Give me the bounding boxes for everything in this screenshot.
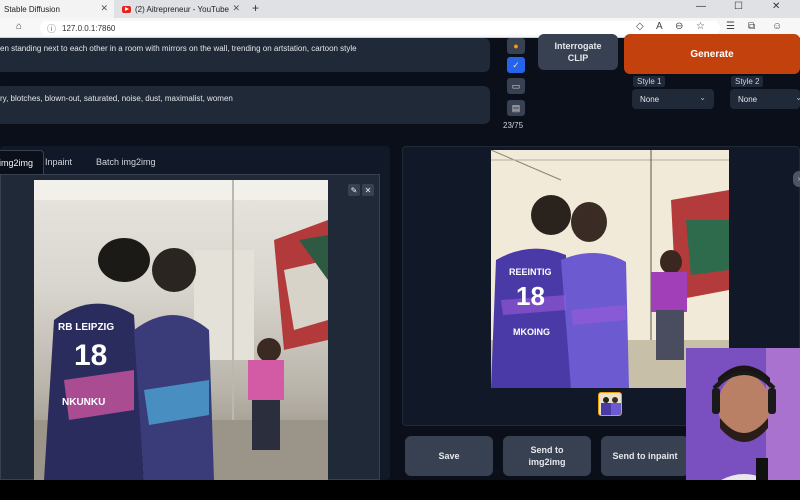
browser-tab-bar: Stable Diffusion ✕ (2) Aitrepreneur - Yo… (0, 0, 800, 18)
close-tab-icon[interactable]: ✕ (232, 3, 240, 14)
expand-arrow-icon[interactable]: › (793, 171, 800, 187)
interrogate-label-line1: Interrogate (554, 41, 602, 51)
style1-value: None (640, 94, 660, 104)
browser-tab-stable-diffusion[interactable]: Stable Diffusion ✕ (0, 0, 114, 18)
tab-title: Stable Diffusion (4, 4, 60, 14)
style2-label: Style 2 (731, 76, 764, 87)
minimize-icon[interactable]: — (696, 1, 706, 12)
read-aloud-icon[interactable]: A (656, 21, 663, 32)
trash-icon[interactable]: ▭ (507, 78, 525, 94)
tab-label: Inpaint (45, 157, 73, 167)
info-icon[interactable]: ⓘ (47, 22, 56, 35)
close-tab-icon[interactable]: ✕ (100, 3, 108, 14)
output-jersey-name: MKOING (513, 327, 550, 337)
generate-button[interactable]: Generate (624, 34, 800, 74)
chevron-down-icon: ⌄ (699, 93, 706, 102)
clear-image-icon[interactable]: ✕ (362, 184, 374, 196)
youtube-icon (122, 5, 131, 13)
url-input[interactable]: ⓘ 127.0.0.1:7860 (40, 21, 720, 35)
output-jersey-text: REEINTIG (509, 267, 552, 277)
webcam-overlay (686, 348, 800, 500)
send-img2img-line2: img2img (528, 457, 566, 467)
palette-icon[interactable]: ● (507, 38, 525, 54)
negative-prompt-field[interactable]: ry, blotches, blown-out, saturated, nois… (0, 86, 490, 124)
favorite-icon[interactable]: ☆ (696, 21, 705, 32)
tab-label: Batch img2img (96, 157, 156, 167)
url-text: 127.0.0.1:7860 (62, 23, 116, 33)
positive-prompt-text: en standing next to each other in a room… (0, 44, 357, 53)
save-label: Save (438, 451, 460, 461)
collections-icon[interactable]: ⧉ (748, 21, 755, 32)
style1-label: Style 1 (633, 76, 666, 87)
thumbnail-svg (599, 393, 621, 415)
input-image: RB LEIPZIG 18 NKUNKU (34, 180, 328, 480)
style2-select[interactable]: None ⌄ (730, 89, 800, 109)
positive-prompt-field[interactable]: en standing next to each other in a room… (0, 38, 490, 72)
jersey-text: RB LEIPZIG (58, 322, 114, 333)
checkbox-icon[interactable]: ✓ (507, 57, 525, 73)
bottom-bar (0, 480, 800, 500)
save-button[interactable]: Save (405, 436, 493, 476)
webcam-person-svg (686, 348, 800, 500)
profile-icon[interactable]: ☺ (772, 21, 782, 32)
maximize-icon[interactable]: ☐ (734, 1, 743, 12)
interrogate-label-line2: CLIP (567, 53, 589, 63)
interrogate-clip-button[interactable]: Interrogate CLIP (538, 34, 618, 70)
tag-icon[interactable]: ◇ (636, 21, 644, 32)
token-counter: 23/75 (503, 121, 524, 130)
zoom-icon[interactable]: ⊖ (675, 21, 683, 32)
output-jersey-number: 18 (516, 281, 545, 311)
home-icon[interactable]: ⌂ (16, 21, 22, 32)
send-inpaint-label: Send to inpaint (612, 451, 678, 461)
tab-label: img2img (0, 157, 34, 168)
style2-value: None (738, 94, 758, 104)
style1-select[interactable]: None ⌄ (632, 89, 714, 109)
window-close-icon[interactable]: ✕ (772, 1, 780, 12)
clipboard-icon[interactable]: ▤ (507, 100, 525, 116)
tab-img2img[interactable]: img2img (0, 150, 45, 174)
send-to-inpaint-button[interactable]: Send to inpaint (601, 436, 689, 476)
favorites-list-icon[interactable]: ☰ (726, 21, 735, 32)
browser-tab-youtube[interactable]: (2) Aitrepreneur - YouTube ✕ (118, 0, 246, 18)
tab-inpaint[interactable]: Inpaint (45, 150, 72, 174)
send-to-img2img-button[interactable]: Send to img2img (503, 436, 591, 476)
generate-label: Generate (690, 48, 734, 60)
app-area: en standing next to each other in a room… (0, 34, 800, 480)
tab-batch-img2img[interactable]: Batch img2img (96, 150, 156, 174)
jersey-number: 18 (74, 339, 107, 372)
negative-prompt-text: ry, blotches, blown-out, saturated, nois… (0, 94, 233, 103)
chevron-down-icon: ⌄ (795, 93, 800, 102)
edit-icon[interactable]: ✎ (348, 184, 360, 196)
output-thumbnail[interactable] (598, 392, 622, 416)
send-img2img-line1: Send to (530, 445, 564, 455)
jersey-name: NKUNKU (62, 397, 105, 408)
tab-title: (2) Aitrepreneur - YouTube (135, 4, 229, 14)
new-tab-button[interactable]: + (252, 1, 259, 15)
input-photo-svg: RB LEIPZIG 18 NKUNKU (34, 180, 328, 480)
